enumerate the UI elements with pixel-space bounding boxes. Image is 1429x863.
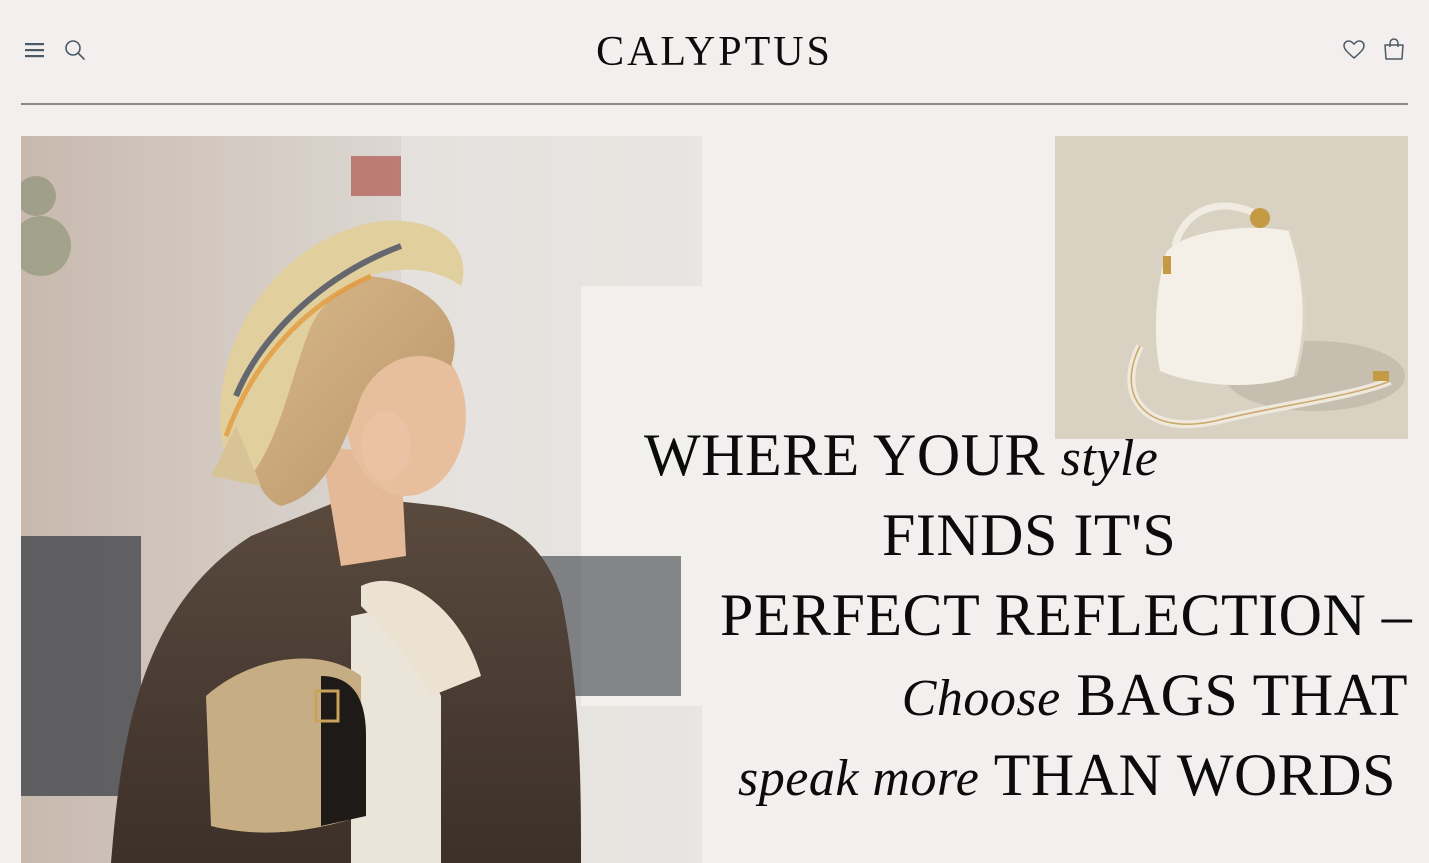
tagline-italic: speak more (738, 750, 980, 807)
site-header: CALYPTUS (21, 0, 1408, 105)
tagline-text: WHERE YOUR (644, 422, 1046, 488)
cart-button[interactable] (1380, 35, 1408, 63)
hero-tagline: WHERE YOUR style FINDS IT'S PERFECT REFL… (620, 420, 1420, 820)
tagline-text: PERFECT REFLECTION – (720, 582, 1413, 648)
heart-icon (1343, 40, 1365, 59)
tagline-text: FINDS IT'S (882, 502, 1177, 568)
shopping-bag-icon (1384, 38, 1404, 60)
wishlist-button[interactable] (1340, 36, 1368, 64)
brand-logo[interactable]: CALYPTUS (21, 26, 1408, 78)
product-bag-image (1055, 136, 1408, 439)
tagline-text: THAN WORDS (993, 742, 1397, 808)
tagline-italic: style (1060, 430, 1159, 487)
tagline-line-4: Choose BAGS THAT (902, 660, 1408, 734)
tagline-line-1: WHERE YOUR style (644, 420, 1158, 494)
tagline-line-3: PERFECT REFLECTION – (720, 580, 1412, 650)
tagline-line-5: speak more THAN WORDS (738, 740, 1396, 814)
tagline-italic: Choose (901, 670, 1061, 727)
hero-lifestyle-image (21, 136, 702, 863)
tagline-text: BAGS THAT (1076, 662, 1408, 728)
landing-page: CALYPTUS WHERE YOUR style FINDS IT'S PER… (0, 0, 1429, 863)
tagline-line-2: FINDS IT'S (882, 500, 1176, 570)
